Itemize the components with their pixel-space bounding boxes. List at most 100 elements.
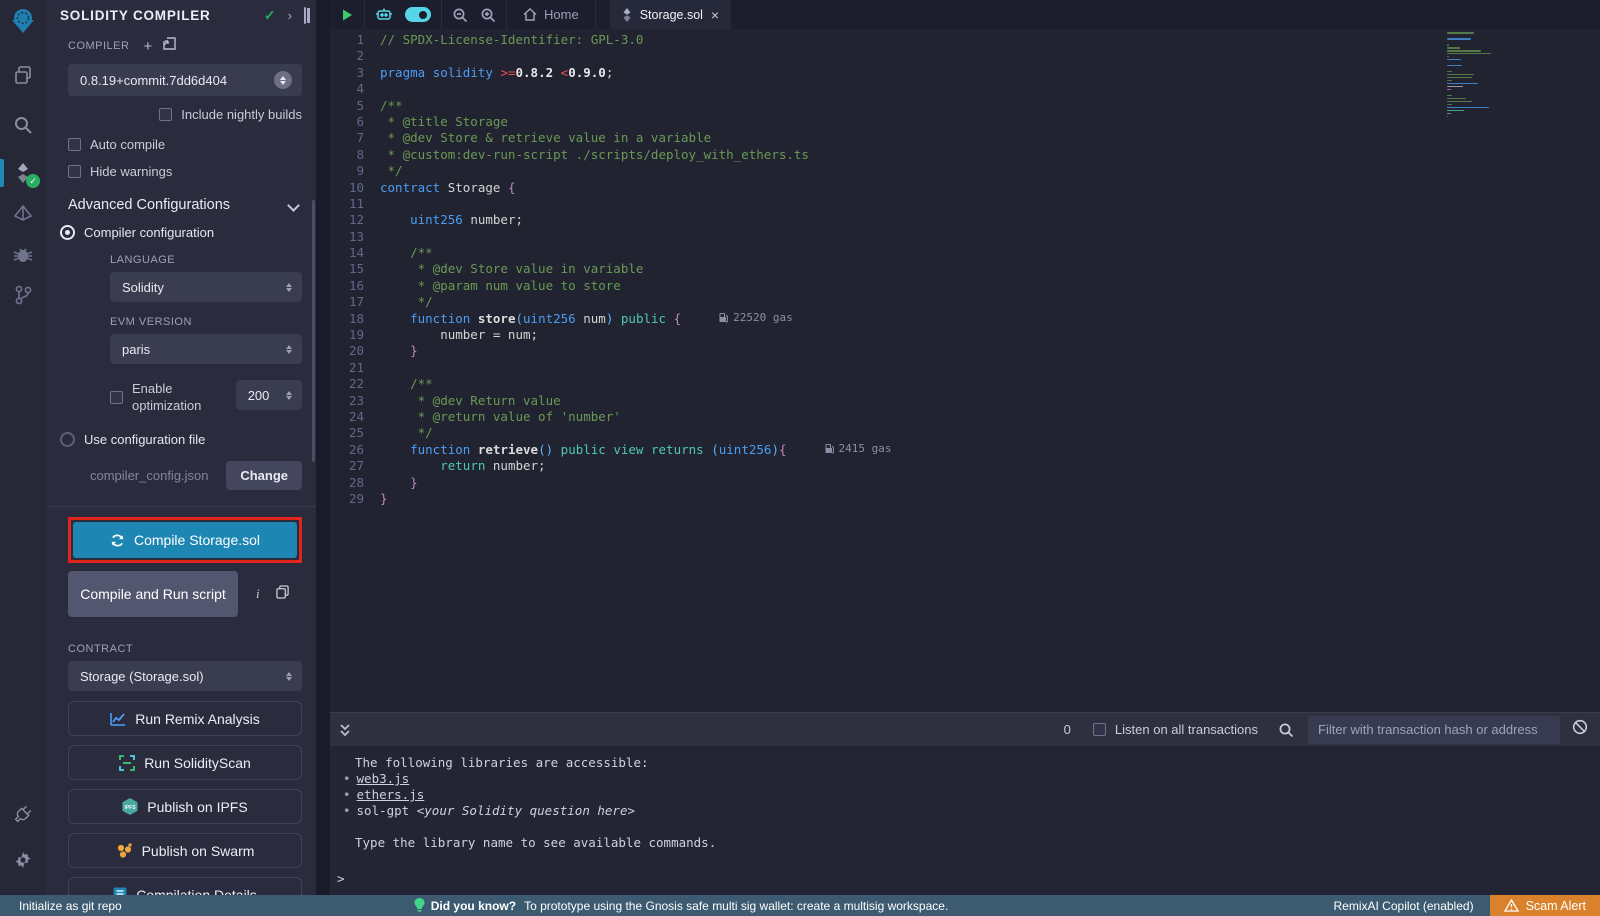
minimap[interactable] [1447,32,1493,119]
line-number[interactable]: 20 [330,343,380,359]
run-remix-analysis-button[interactable]: Run Remix Analysis [68,701,302,736]
pin-panel-icon[interactable] [304,7,306,24]
enable-optimization-checkbox[interactable] [110,391,123,404]
terminal-search-icon[interactable] [1278,722,1294,738]
line-number[interactable]: 5 [330,98,380,114]
language-select[interactable]: Solidity [110,272,302,302]
optimization-runs-stepper[interactable]: 200 [236,380,302,410]
code-line[interactable]: 6 * @title Storage [330,114,1600,130]
run-solidityscan-button[interactable]: Run SolidityScan [68,745,302,780]
compiler-version-select[interactable]: 0.8.19+commit.7dd6d404 [68,64,302,96]
line-number[interactable]: 15 [330,261,380,277]
file-explorer-icon[interactable] [0,58,46,92]
line-number[interactable]: 14 [330,245,380,261]
advanced-configurations-header[interactable]: Advanced Configurations [68,197,302,213]
tab-storage-sol[interactable]: Storage.sol × [610,0,731,29]
library-link[interactable]: ethers.js [357,787,425,802]
search-icon[interactable] [0,108,46,142]
use-configuration-file-radio[interactable] [60,432,75,447]
transaction-filter-input[interactable] [1308,716,1560,744]
publish-on-ipfs-button[interactable]: IPFSPublish on IPFS [68,789,302,824]
panel-scrollbar[interactable] [312,200,315,462]
line-number[interactable]: 1 [330,32,380,48]
code-line[interactable]: 2 [330,48,1600,64]
code-line[interactable]: 28 } [330,475,1600,491]
line-number[interactable]: 7 [330,130,380,146]
compile-and-run-button[interactable]: Compile and Run script [68,571,238,617]
code-line[interactable]: 3pragma solidity >=0.8.2 <0.9.0; [330,65,1600,81]
code-line[interactable]: 16 * @param num value to store [330,278,1600,294]
line-number[interactable]: 22 [330,376,380,392]
code-line[interactable]: 8 * @custom:dev-run-script ./scripts/dep… [330,147,1600,163]
code-line[interactable]: 19 number = num; [330,327,1600,343]
line-number[interactable]: 24 [330,409,380,425]
evm-version-select[interactable]: paris [110,334,302,364]
contract-select[interactable]: Storage (Storage.sol) [68,661,302,691]
collapse-terminal-icon[interactable] [338,722,352,738]
code-line[interactable]: 29} [330,491,1600,507]
terminal-prompt[interactable]: > [337,871,345,887]
close-tab-icon[interactable]: × [711,7,719,23]
settings-gear-icon[interactable] [0,843,46,877]
change-config-button[interactable]: Change [226,461,302,490]
code-line[interactable]: 10contract Storage { [330,180,1600,196]
code-line[interactable]: 20 } [330,343,1600,359]
chevron-right-icon[interactable]: › [288,8,292,23]
line-number[interactable]: 16 [330,278,380,294]
line-number[interactable]: 23 [330,393,380,409]
code-line[interactable]: 4 [330,81,1600,97]
line-number[interactable]: 28 [330,475,380,491]
line-number[interactable]: 12 [330,212,380,228]
remix-logo-icon[interactable] [0,0,46,44]
line-number[interactable]: 2 [330,48,380,64]
copy-icon[interactable] [276,585,289,604]
code-line[interactable]: 5/** [330,98,1600,114]
code-line[interactable]: 22 /** [330,376,1600,392]
zoom-in-icon[interactable] [480,7,496,23]
terminal-library-item[interactable]: •web3.js [330,771,1600,787]
line-number[interactable]: 29 [330,491,380,507]
code-line[interactable]: 11 [330,196,1600,212]
zoom-out-icon[interactable] [452,7,468,23]
line-number[interactable]: 4 [330,81,380,97]
code-line[interactable]: 13 [330,229,1600,245]
listen-transactions-checkbox[interactable] [1093,723,1106,736]
line-number[interactable]: 8 [330,147,380,163]
clear-console-icon[interactable] [1572,719,1588,740]
compiler-configuration-radio[interactable] [60,225,75,240]
plugin-manager-icon[interactable] [0,797,46,831]
line-number[interactable]: 11 [330,196,380,212]
line-number[interactable]: 9 [330,163,380,179]
terminal-library-item[interactable]: •ethers.js [330,787,1600,803]
code-line[interactable]: 24 * @return value of 'number' [330,409,1600,425]
code-line[interactable]: 26 function retrieve() public view retur… [330,442,1600,458]
git-init-status[interactable]: Initialize as git repo [19,899,122,913]
code-line[interactable]: 23 * @dev Return value [330,393,1600,409]
code-line[interactable]: 9 */ [330,163,1600,179]
line-number[interactable]: 18 [330,311,380,327]
nightly-builds-checkbox[interactable] [159,108,172,121]
line-number[interactable]: 25 [330,425,380,441]
code-editor[interactable]: 1// SPDX-License-Identifier: GPL-3.023pr… [330,29,1600,712]
tab-home[interactable]: Home [507,0,596,29]
line-number[interactable]: 13 [330,229,380,245]
info-icon[interactable]: i [256,586,260,602]
code-line[interactable]: 1// SPDX-License-Identifier: GPL-3.0 [330,32,1600,48]
deploy-run-icon[interactable] [0,198,46,232]
code-line[interactable]: 7 * @dev Store & retrieve value in a var… [330,130,1600,146]
debugger-icon[interactable] [0,238,46,272]
line-number[interactable]: 27 [330,458,380,474]
copilot-toggle[interactable] [405,7,431,22]
line-number[interactable]: 26 [330,442,380,458]
code-line[interactable]: 27 return number; [330,458,1600,474]
line-number[interactable]: 21 [330,360,380,376]
git-icon[interactable] [0,278,46,312]
line-number[interactable]: 3 [330,65,380,81]
solidity-compiler-icon[interactable]: ✓ [0,156,46,190]
ai-copilot-robot-icon[interactable] [375,7,393,22]
code-line[interactable]: 25 */ [330,425,1600,441]
add-compiler-icon[interactable]: + [143,38,152,55]
code-line[interactable]: 17 */ [330,294,1600,310]
code-line[interactable]: 18 function store(uint256 num) public {2… [330,311,1600,327]
publish-on-swarm-button[interactable]: Publish on Swarm [68,833,302,868]
